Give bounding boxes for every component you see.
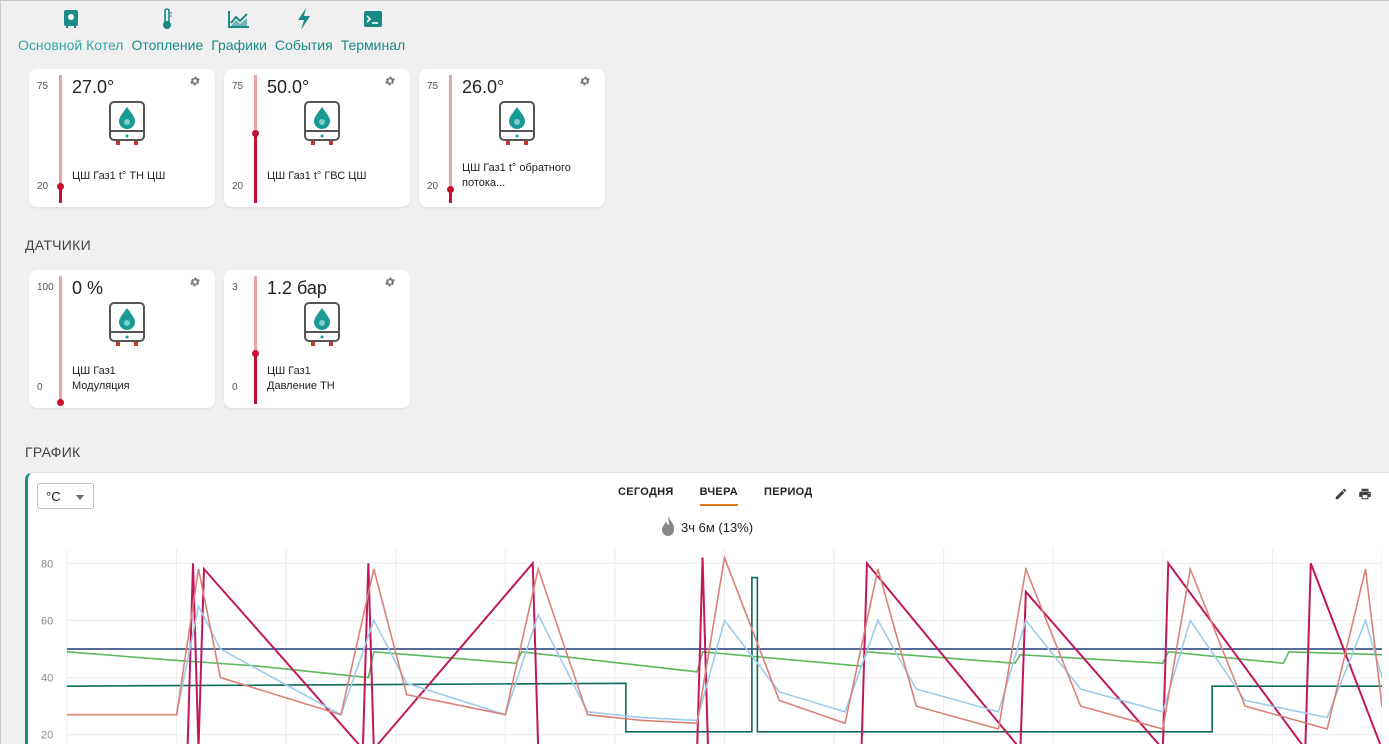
lightning-icon: [292, 7, 316, 31]
area-chart-icon: [227, 7, 251, 31]
y-tick-label: 60: [41, 615, 53, 627]
gear-icon[interactable]: [189, 276, 201, 288]
chart-card: °C СЕГОДНЯ ВЧЕРА ПЕРИОД 3ч 6м (13%) 20 40…: [25, 472, 1389, 744]
sensor-value: 0 %: [72, 278, 104, 298]
thermometer-icon: [155, 7, 179, 31]
level-bar: [447, 75, 454, 203]
sensor-name: ЦШ Газ1 Давление ТН: [267, 365, 335, 392]
scale-min: 0: [232, 382, 238, 393]
level-knob: [57, 183, 64, 191]
gear-icon[interactable]: [579, 75, 591, 87]
tab-yesterday[interactable]: ВЧЕРА: [699, 486, 738, 506]
section-title-chart: ГРАФИК: [25, 444, 81, 460]
nav-item-events[interactable]: События: [275, 7, 333, 53]
print-icon[interactable]: [1358, 487, 1372, 501]
sensor-card[interactable]: 100 0 0 % ЦШ Газ1 Модуляция: [29, 270, 215, 408]
boiler-icon: [109, 101, 145, 145]
sensor-value: 50.0°: [267, 77, 310, 97]
boiler-icon: [499, 101, 535, 145]
unit-select[interactable]: °C: [37, 483, 94, 509]
flame-icon: [662, 516, 675, 536]
terminal-icon: [361, 7, 385, 31]
level-knob: [57, 399, 64, 406]
period-tabs: СЕГОДНЯ ВЧЕРА ПЕРИОД: [618, 486, 813, 506]
scale-max: 100: [37, 282, 54, 293]
nav-item-charts[interactable]: Графики: [211, 7, 267, 53]
nav-item-label: События: [274, 37, 333, 53]
tab-period[interactable]: ПЕРИОД: [764, 486, 813, 506]
nav-item-terminal[interactable]: Терминал: [341, 7, 405, 53]
y-tick-label: 80: [41, 558, 53, 570]
level-bar: [252, 276, 259, 404]
level-knob: [447, 185, 454, 193]
level-bar: [57, 276, 64, 406]
boiler-icon: [304, 302, 340, 346]
level-bar: [57, 75, 64, 203]
boiler-icon: [304, 101, 340, 145]
line-chart: 20 40 60 80: [41, 549, 1382, 744]
nav-item-label: Основной Котел: [18, 37, 124, 53]
scale-min: 20: [427, 181, 439, 192]
scale-max: 75: [37, 81, 49, 92]
top-nav: Основной Котел Отопление Графики События…: [18, 7, 413, 53]
sensor-name: ЦШ Газ1 t° ТН ЦШ: [72, 170, 166, 182]
burn-time-value: 3ч 6м (13%): [681, 519, 754, 535]
boiler-icon: [109, 302, 145, 346]
chevron-down-icon: [76, 495, 84, 500]
scale-min: 20: [232, 181, 244, 192]
sensor-name: ЦШ Газ1 Модуляция: [72, 365, 130, 392]
nav-item-heating[interactable]: Отопление: [131, 7, 203, 53]
sensor-name: ЦШ Газ1 t° обратного потока...: [462, 162, 571, 189]
pencil-icon[interactable]: [1334, 487, 1348, 501]
sensor-value: 26.0°: [462, 77, 505, 97]
nav-item-label: Отопление: [131, 37, 204, 53]
level-knob: [252, 129, 259, 137]
scale-max: 75: [427, 81, 439, 92]
gear-icon[interactable]: [384, 276, 396, 288]
sensor-card[interactable]: 75 20 26.0° ЦШ Газ1 t° обратного потока.…: [419, 69, 605, 207]
sensor-card[interactable]: 75 20 50.0° ЦШ Газ1 t° ГВС ЦШ: [224, 69, 410, 207]
unit-select-value: °C: [46, 489, 61, 504]
sensor-card[interactable]: 3 0 1.2 бар ЦШ Газ1 Давление ТН: [224, 270, 410, 408]
section-title-sensors: ДАТЧИКИ: [25, 237, 91, 253]
level-bar: [252, 75, 259, 203]
boiler-icon: [59, 7, 83, 31]
gear-icon[interactable]: [384, 75, 396, 87]
y-tick-label: 20: [41, 730, 53, 742]
sensor-value: 1.2 бар: [267, 278, 327, 298]
nav-item-main-boiler[interactable]: Основной Котел: [18, 7, 123, 53]
nav-item-label: Графики: [211, 37, 267, 53]
sensor-name: ЦШ Газ1 t° ГВС ЦШ: [267, 170, 367, 182]
scale-min: 0: [37, 382, 43, 393]
y-tick-label: 40: [41, 673, 53, 685]
gear-icon[interactable]: [189, 75, 201, 87]
nav-item-label: Терминал: [340, 37, 406, 53]
sensor-value: 27.0°: [72, 77, 115, 97]
level-knob: [252, 349, 259, 357]
scale-min: 20: [37, 181, 49, 192]
scale-max: 3: [232, 282, 238, 293]
sensor-card[interactable]: 75 20 27.0° ЦШ Газ1 t° ТН ЦШ: [29, 69, 215, 207]
scale-max: 75: [232, 81, 244, 92]
tab-today[interactable]: СЕГОДНЯ: [618, 486, 674, 506]
burn-time: 3ч 6м (13%): [661, 516, 753, 538]
